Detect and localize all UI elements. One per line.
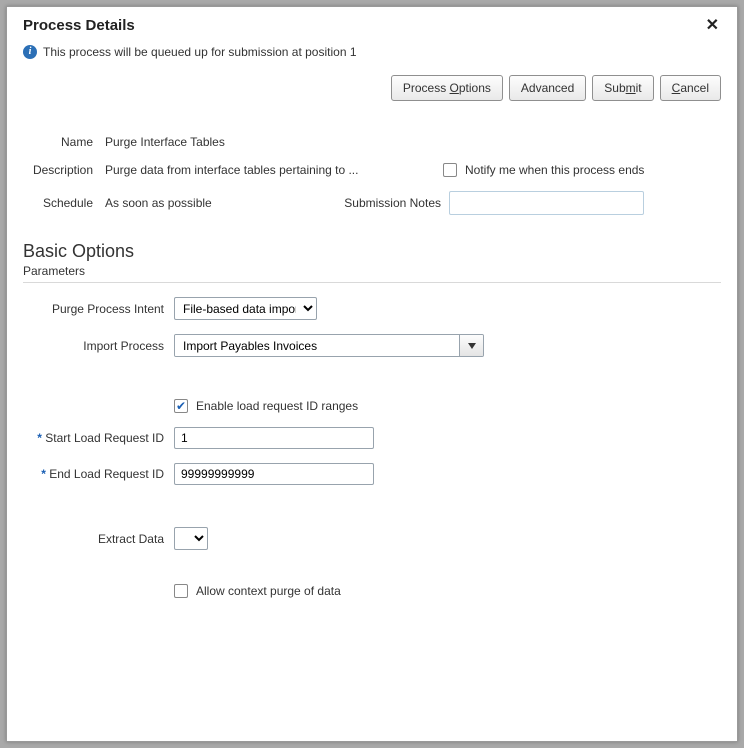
info-icon: i	[23, 45, 37, 59]
parameters-grid: Purge Process Intent File-based data imp…	[23, 297, 721, 598]
enable-ranges-row: Enable load request ID ranges	[174, 399, 721, 413]
import-process-label: Import Process	[23, 339, 168, 353]
extract-data-label: Extract Data	[23, 532, 168, 546]
end-id-input[interactable]	[174, 463, 374, 485]
allow-context-checkbox[interactable]	[174, 584, 188, 598]
close-icon[interactable]: ✕	[704, 15, 721, 35]
info-message: This process will be queued up for submi…	[43, 45, 357, 59]
name-value: Purge Interface Tables	[105, 135, 721, 149]
description-label: Description	[23, 163, 93, 177]
description-value: Purge data from interface tables pertain…	[105, 163, 435, 177]
purge-intent-select[interactable]: File-based data import	[174, 297, 317, 320]
process-options-button[interactable]: Process Options	[391, 75, 503, 101]
import-process-combo	[174, 334, 484, 357]
submit-button[interactable]: Submit	[592, 75, 653, 101]
submission-notes-label: Submission Notes	[341, 196, 441, 210]
process-details-dialog: Process Details ✕ i This process will be…	[6, 6, 738, 742]
start-id-label: Start Load Request ID	[23, 431, 168, 445]
section-divider	[23, 282, 721, 283]
import-process-input[interactable]	[175, 335, 459, 356]
end-id-cell	[174, 463, 721, 485]
chevron-down-icon	[468, 343, 476, 349]
extract-data-cell	[174, 527, 721, 550]
allow-context-row: Allow context purge of data	[174, 584, 721, 598]
purge-intent-cell: File-based data import	[174, 297, 721, 320]
dialog-titlebar: Process Details ✕	[23, 15, 721, 35]
end-id-label: End Load Request ID	[23, 467, 168, 481]
import-process-dropdown-button[interactable]	[459, 335, 483, 356]
enable-ranges-label: Enable load request ID ranges	[196, 399, 358, 413]
enable-ranges-checkbox[interactable]	[174, 399, 188, 413]
notify-label: Notify me when this process ends	[465, 163, 644, 177]
schedule-value: As soon as possible	[105, 196, 333, 210]
allow-context-label: Allow context purge of data	[196, 584, 341, 598]
purge-intent-label: Purge Process Intent	[23, 302, 168, 316]
submission-notes-input[interactable]	[449, 191, 644, 215]
extract-data-select[interactable]	[174, 527, 208, 550]
details-grid: Name Purge Interface Tables Description …	[23, 135, 721, 215]
name-label: Name	[23, 135, 93, 149]
cancel-button[interactable]: Cancel	[660, 75, 721, 101]
section-subtitle: Parameters	[23, 264, 721, 278]
notify-checkbox[interactable]	[443, 163, 457, 177]
schedule-row: As soon as possible Submission Notes	[105, 191, 721, 215]
info-row: i This process will be queued up for sub…	[23, 45, 721, 59]
advanced-button[interactable]: Advanced	[509, 75, 586, 101]
dialog-button-row: Process Options Advanced Submit Cancel	[23, 75, 721, 101]
section-title: Basic Options	[23, 241, 721, 262]
start-id-cell	[174, 427, 721, 449]
schedule-label: Schedule	[23, 196, 93, 210]
start-id-input[interactable]	[174, 427, 374, 449]
description-row: Purge data from interface tables pertain…	[105, 163, 721, 177]
import-process-cell	[174, 334, 721, 357]
dialog-title: Process Details	[23, 17, 135, 34]
